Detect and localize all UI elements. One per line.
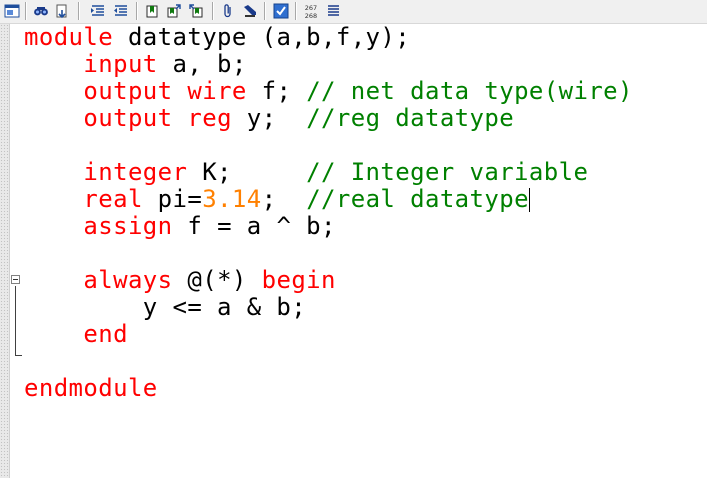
code-text: @(*) bbox=[172, 266, 262, 294]
check-icon[interactable] bbox=[273, 3, 289, 19]
code-keyword: assign bbox=[83, 212, 173, 240]
find-in-files-icon[interactable] bbox=[54, 3, 70, 19]
line-gutter bbox=[0, 24, 9, 478]
code-line: y <= a & b; bbox=[24, 294, 633, 321]
code-text: f = a ^ b; bbox=[172, 212, 336, 240]
code-text: f; bbox=[246, 77, 307, 105]
code-editor[interactable]: module datatype (a,b,f,y); input a, b; o… bbox=[24, 24, 633, 402]
code-line: output wire f; // net data type(wire) bbox=[24, 78, 633, 105]
window-icon[interactable] bbox=[4, 3, 20, 19]
code-keyword: output bbox=[83, 104, 173, 132]
fold-range-line bbox=[15, 286, 16, 356]
code-comment: //real datatype bbox=[306, 185, 529, 213]
dropper-icon[interactable] bbox=[242, 3, 258, 19]
toolbar-separator bbox=[136, 2, 137, 20]
code-line: assign f = a ^ b; bbox=[24, 213, 633, 240]
line-counter-bottom: 268 bbox=[304, 12, 318, 20]
code-keyword: input bbox=[83, 50, 158, 78]
outdent-icon[interactable] bbox=[113, 3, 129, 19]
code-keyword: always bbox=[83, 266, 173, 294]
code-line: real pi=3.14; //real datatype bbox=[24, 186, 633, 213]
fold-range-end bbox=[15, 355, 22, 356]
toolbar-separator bbox=[25, 2, 26, 20]
bookmark-prev-icon[interactable] bbox=[188, 3, 204, 19]
code-line: output reg y; //reg datatype bbox=[24, 105, 633, 132]
code-text: y <= a & b; bbox=[24, 293, 307, 321]
toolbar: 267 268 bbox=[0, 0, 707, 24]
text-cursor bbox=[528, 188, 530, 212]
bookmark-next-icon[interactable] bbox=[166, 3, 182, 19]
code-number: 3.14 bbox=[202, 185, 262, 213]
line-count-icon[interactable]: 267 268 bbox=[300, 2, 322, 22]
code-text: y; bbox=[231, 104, 307, 132]
bookmark-icon[interactable] bbox=[144, 3, 160, 19]
code-comment: // Integer variable bbox=[306, 158, 589, 186]
code-text: datatype (a,b,f,y); bbox=[113, 23, 411, 51]
toolbar-separator bbox=[264, 2, 265, 20]
code-keyword: real bbox=[83, 185, 143, 213]
gutter-divider bbox=[9, 24, 10, 478]
toolbar-separator bbox=[295, 2, 296, 20]
code-keyword: endmodule bbox=[24, 374, 158, 402]
toolbar-separator bbox=[212, 2, 213, 20]
find-icon[interactable] bbox=[33, 3, 49, 19]
code-line: end bbox=[24, 321, 633, 348]
code-line: endmodule bbox=[24, 375, 633, 402]
fold-collapse-icon[interactable] bbox=[11, 275, 20, 284]
code-line: module datatype (a,b,f,y); bbox=[24, 24, 633, 51]
code-keyword: module bbox=[24, 23, 114, 51]
code-text: a, b; bbox=[157, 50, 247, 78]
code-line: input a, b; bbox=[24, 51, 633, 78]
code-keyword: begin bbox=[261, 266, 336, 294]
editor-window: 267 268 module datatype (a,b,f,y); input… bbox=[0, 0, 707, 478]
code-comment: // net data type(wire) bbox=[306, 77, 633, 105]
code-line: always @(*) begin bbox=[24, 267, 633, 294]
code-keyword: wire bbox=[187, 77, 247, 105]
code-keyword: end bbox=[83, 320, 128, 348]
code-text: pi= bbox=[142, 185, 203, 213]
code-keyword: integer bbox=[83, 158, 188, 186]
code-text: K; bbox=[187, 158, 307, 186]
code-text: ; bbox=[261, 185, 307, 213]
code-comment: //reg datatype bbox=[306, 104, 515, 132]
indent-icon[interactable] bbox=[90, 3, 106, 19]
line-counter-top: 267 bbox=[304, 4, 318, 12]
code-keyword: output bbox=[83, 77, 173, 105]
attach-icon[interactable] bbox=[220, 3, 236, 19]
toolbar-separator bbox=[78, 2, 79, 20]
code-line: integer K; // Integer variable bbox=[24, 159, 633, 186]
code-keyword: reg bbox=[187, 104, 232, 132]
list-icon[interactable] bbox=[326, 3, 342, 19]
